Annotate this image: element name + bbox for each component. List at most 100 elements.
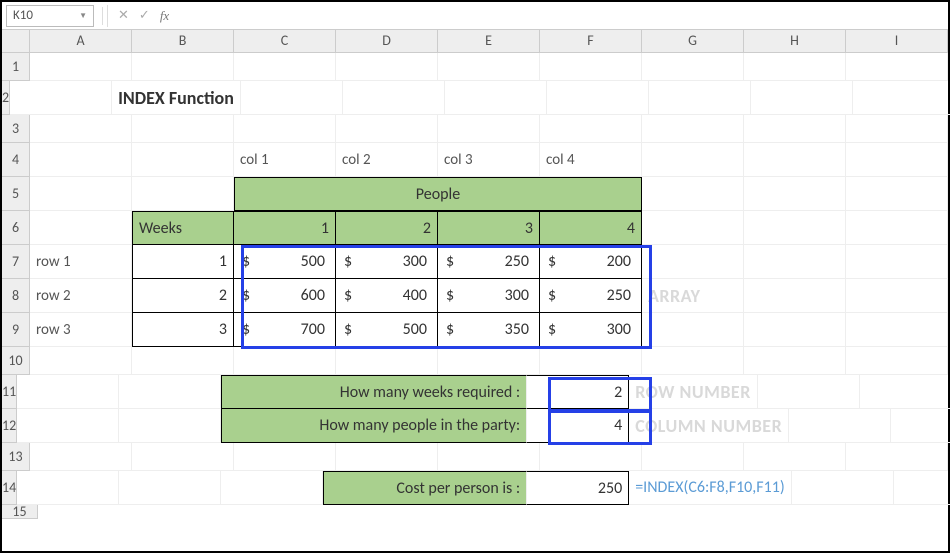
accept-icon[interactable]: ✓ (139, 8, 150, 23)
cell-A14[interactable] (17, 471, 119, 505)
cell-E8[interactable]: $300 (438, 279, 540, 313)
cell-C1[interactable] (234, 53, 336, 81)
cell-H5[interactable] (744, 177, 846, 211)
cell-I14[interactable] (894, 471, 950, 505)
rowhdr-1[interactable]: 1 (2, 53, 30, 81)
cell-A11[interactable] (17, 375, 119, 409)
cell-G3[interactable] (642, 115, 744, 143)
col-label-3[interactable]: col 3 (438, 143, 540, 177)
cell-C13[interactable] (234, 443, 336, 471)
cell-A2[interactable] (10, 81, 112, 115)
cell-C10[interactable] (234, 347, 336, 375)
colhdr-H[interactable]: H (744, 30, 846, 52)
rowhdr-8[interactable]: 8 (2, 279, 30, 313)
col-num-2[interactable]: 2 (336, 211, 438, 245)
col-label-2[interactable]: col 2 (336, 143, 438, 177)
cell-G7[interactable] (642, 245, 744, 279)
cell-H4[interactable] (744, 143, 846, 177)
row-label-1[interactable]: row 1 (30, 245, 132, 279)
q1-label[interactable]: How many weeks required : (221, 375, 527, 409)
cell-G2[interactable] (649, 81, 751, 115)
cell-I12[interactable] (891, 409, 950, 443)
cell-A10[interactable] (30, 347, 132, 375)
cell-H9[interactable] (744, 313, 846, 347)
cell-H1[interactable] (744, 53, 846, 81)
cell-C9[interactable]: $700 (234, 313, 336, 347)
cell-G13[interactable] (642, 443, 744, 471)
cell-F2[interactable] (547, 81, 649, 115)
colhdr-A[interactable]: A (30, 30, 132, 52)
cell-B1[interactable] (132, 53, 234, 81)
cell-I5[interactable] (846, 177, 948, 211)
rowhdr-15[interactable]: 15 (2, 505, 38, 519)
cell-A6[interactable] (30, 211, 132, 245)
cell-B11[interactable] (119, 375, 221, 409)
colhdr-C[interactable]: C (234, 30, 336, 52)
rowhdr-11[interactable]: 11 (2, 375, 17, 409)
cell-D1[interactable] (336, 53, 438, 81)
cell-I9[interactable] (846, 313, 948, 347)
cell-C8[interactable]: $600 (234, 279, 336, 313)
cell-G6[interactable] (642, 211, 744, 245)
colhdr-B[interactable]: B (132, 30, 234, 52)
cell-D8[interactable]: $400 (336, 279, 438, 313)
rowhdr-14[interactable]: 14 (2, 471, 17, 505)
row-label-3[interactable]: row 3 (30, 313, 132, 347)
cell-I3[interactable] (846, 115, 948, 143)
col-num-1[interactable]: 1 (234, 211, 336, 245)
cell-B3[interactable] (132, 115, 234, 143)
cell-I4[interactable] (846, 143, 948, 177)
cell-E7[interactable]: $250 (438, 245, 540, 279)
cell-H14[interactable] (792, 471, 894, 505)
cell-A1[interactable] (30, 53, 132, 81)
colhdr-I[interactable]: I (846, 30, 948, 52)
cell-I7[interactable] (846, 245, 948, 279)
rowhdr-4[interactable]: 4 (2, 143, 30, 177)
cell-F3[interactable] (540, 115, 642, 143)
q2-label[interactable]: How many people in the party: (221, 409, 527, 443)
cell-C14[interactable] (221, 471, 323, 505)
cell-E3[interactable] (438, 115, 540, 143)
cell-G10[interactable] (642, 347, 744, 375)
cell-H2[interactable] (751, 81, 853, 115)
rowhdr-12[interactable]: 12 (2, 409, 17, 443)
rowhdr-6[interactable]: 6 (2, 211, 30, 245)
rowhdr-9[interactable]: 9 (2, 313, 30, 347)
cost-label[interactable]: Cost per person is : (323, 471, 527, 505)
cell-I11[interactable] (860, 375, 950, 409)
cell-I1[interactable] (846, 53, 948, 81)
cell-H11[interactable] (758, 375, 860, 409)
cell-H12[interactable] (789, 409, 891, 443)
cell-E1[interactable] (438, 53, 540, 81)
cell-I6[interactable] (846, 211, 948, 245)
cell-G1[interactable] (642, 53, 744, 81)
cell-D3[interactable] (336, 115, 438, 143)
formula-input[interactable] (179, 5, 948, 27)
rowhdr-13[interactable]: 13 (2, 443, 30, 471)
people-header[interactable]: People (234, 177, 642, 211)
fx-icon[interactable]: fx (160, 8, 169, 24)
cell-B12[interactable] (119, 409, 221, 443)
cell-D9[interactable]: $500 (336, 313, 438, 347)
cell-H8[interactable] (744, 279, 846, 313)
select-all-corner[interactable] (2, 30, 30, 52)
cell-F10[interactable] (540, 347, 642, 375)
cell-F8[interactable]: $250 (540, 279, 642, 313)
cell-D10[interactable] (336, 347, 438, 375)
cell-B13[interactable] (132, 443, 234, 471)
cell-I13[interactable] (846, 443, 948, 471)
col-label-1[interactable]: col 1 (234, 143, 336, 177)
cell-A5[interactable] (30, 177, 132, 211)
cell-F13[interactable] (540, 443, 642, 471)
cell-E2[interactable] (445, 81, 547, 115)
cell-G9[interactable] (642, 313, 744, 347)
name-box[interactable]: K10 ▼ (6, 5, 94, 27)
colhdr-F[interactable]: F (540, 30, 642, 52)
cell-C7[interactable]: $500 (234, 245, 336, 279)
rowhdr-5[interactable]: 5 (2, 177, 30, 211)
rowhdr-3[interactable]: 3 (2, 115, 30, 143)
q1-value[interactable]: 2 (527, 375, 629, 409)
cell-G4[interactable] (642, 143, 744, 177)
q2-value[interactable]: 4 (527, 409, 629, 443)
cell-I2[interactable] (853, 81, 950, 115)
